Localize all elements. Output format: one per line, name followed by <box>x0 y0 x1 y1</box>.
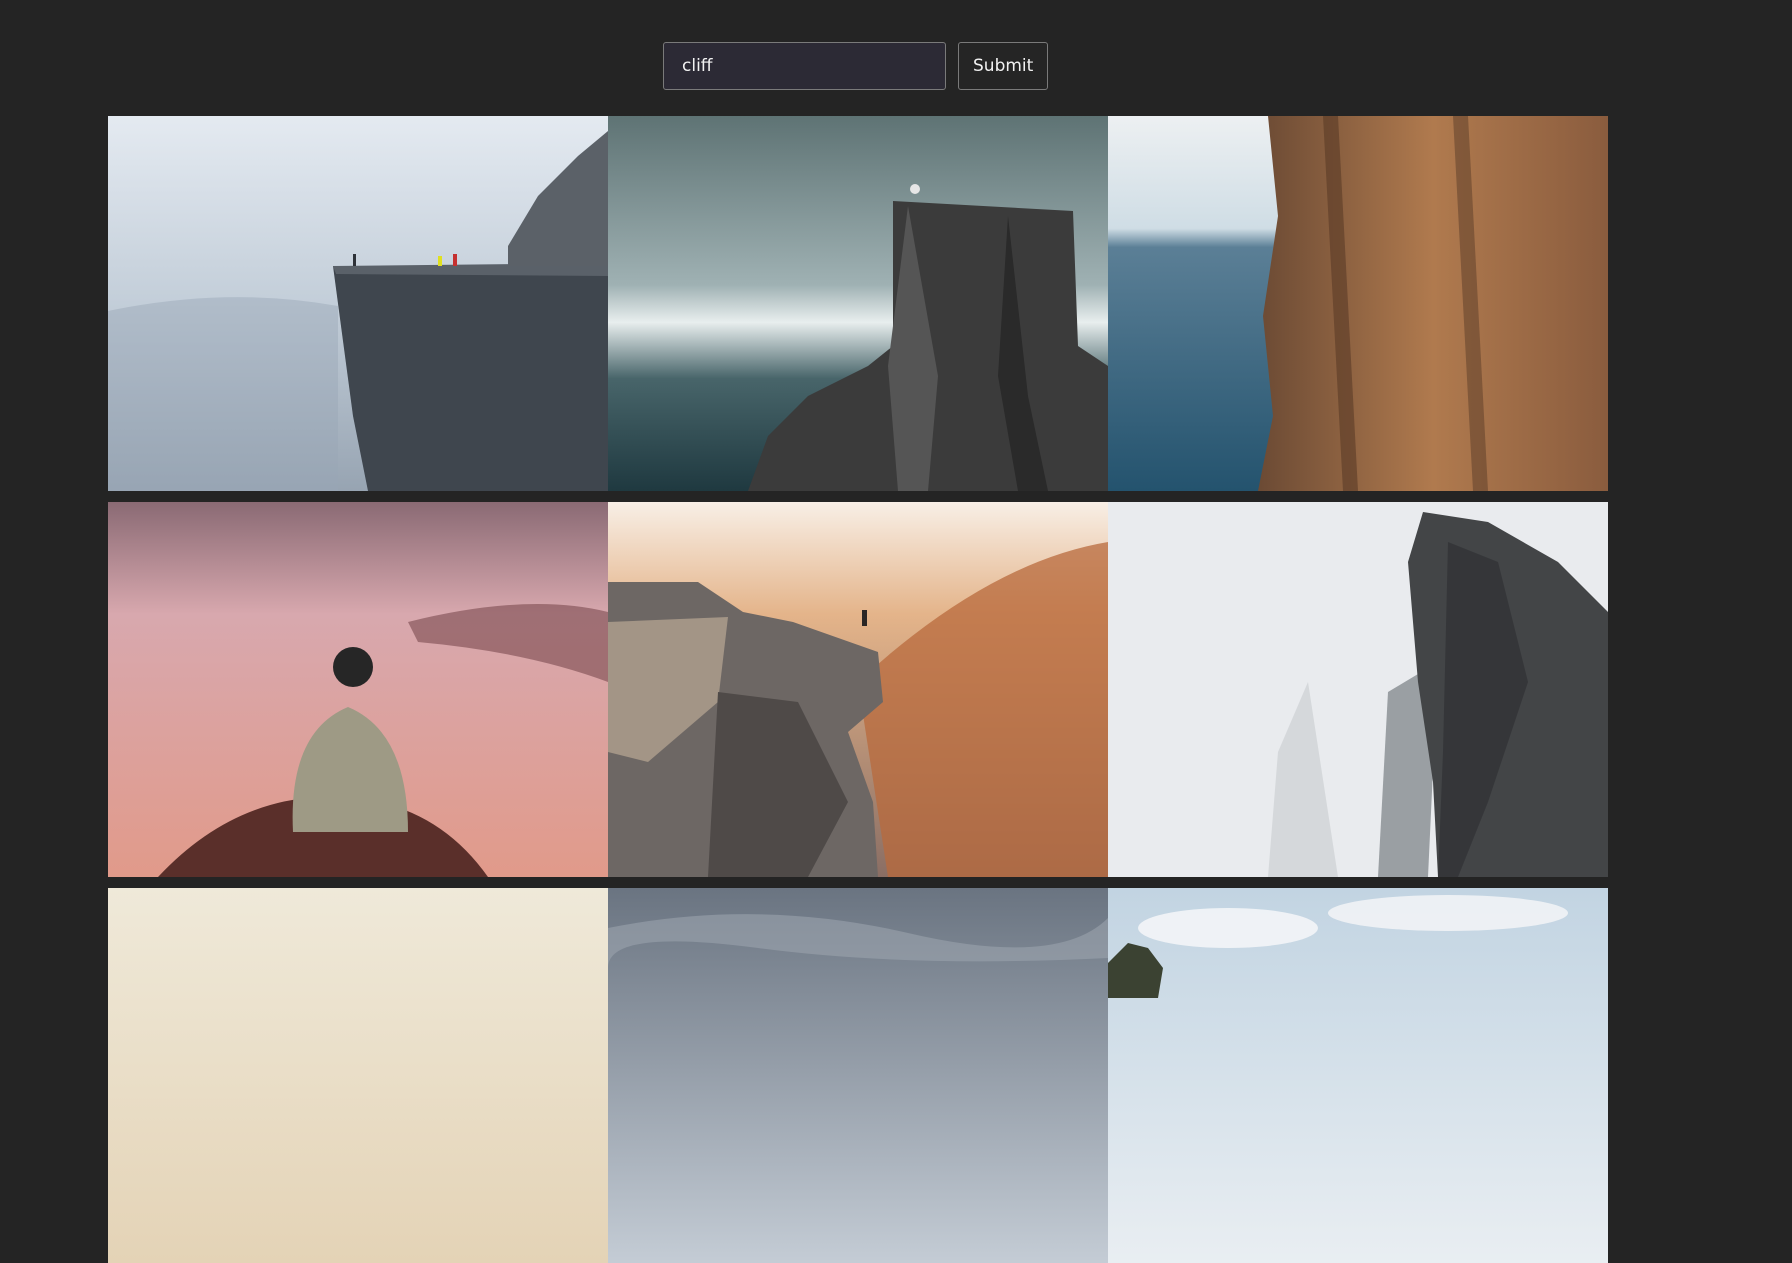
photo-cliff-fog-people[interactable] <box>108 116 608 491</box>
submit-button[interactable]: Submit <box>958 42 1049 90</box>
photo-person-cliff-sunset[interactable] <box>608 502 1108 877</box>
search-form: Submit <box>663 42 1049 90</box>
photo-cliff-ocean-face[interactable] <box>1108 116 1608 491</box>
search-input[interactable] <box>663 42 946 90</box>
photo-cliff-sea-rock[interactable] <box>608 116 1108 491</box>
photo-sky-warm[interactable] <box>108 888 608 1263</box>
photo-cliff-mist-rock[interactable] <box>1108 502 1608 877</box>
photo-sky-storm[interactable] <box>608 888 1108 1263</box>
photo-gallery <box>108 116 1608 1263</box>
photo-hooded-person-clouds[interactable] <box>108 502 608 877</box>
photo-sky-clouds-tree[interactable] <box>1108 888 1608 1263</box>
